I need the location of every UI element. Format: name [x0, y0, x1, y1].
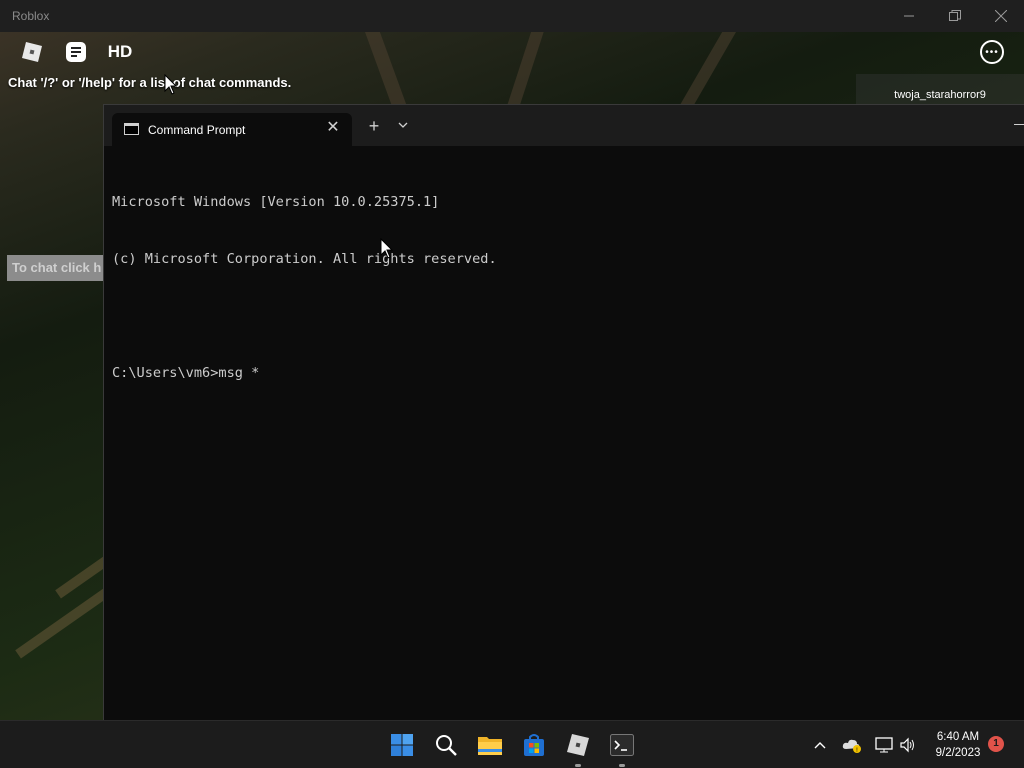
hd-button[interactable]: HD	[108, 40, 133, 64]
start-icon	[391, 734, 413, 756]
file-explorer-button[interactable]	[474, 729, 506, 761]
more-options-button[interactable]: •••	[980, 40, 1004, 64]
file-explorer-icon	[478, 737, 502, 755]
notification-badge[interactable]: 1	[988, 736, 1004, 752]
tab-close-icon[interactable]: ✕	[324, 119, 342, 137]
volume-button[interactable]	[896, 733, 920, 757]
clock[interactable]: 6:40 AM 9/2/2023	[926, 729, 990, 761]
minimize-button[interactable]	[886, 0, 932, 32]
restore-button[interactable]	[932, 0, 978, 32]
chat-hint-text: Chat '/?' or '/help' for a list of chat …	[8, 75, 292, 90]
cloud-warning-icon: !	[842, 739, 861, 753]
tab-title: Command Prompt	[148, 123, 246, 137]
running-indicator	[619, 764, 625, 767]
terminal-prompt-line: C:\Users\vm6>msg *	[112, 365, 260, 381]
new-tab-plus-icon[interactable]: +	[364, 117, 384, 137]
mouse-pointer-icon	[380, 238, 394, 259]
roblox-menu-button[interactable]	[20, 40, 44, 64]
terminal-tab-bar: Command Prompt ✕ +	[104, 105, 1024, 146]
store-button[interactable]	[518, 729, 550, 761]
terminal-line: (c) Microsoft Corporation. All rights re…	[112, 251, 497, 267]
chat-input[interactable]: To chat click h	[7, 255, 107, 281]
network-button[interactable]	[872, 733, 896, 757]
show-hidden-icons-button[interactable]	[808, 733, 832, 757]
clock-date: 9/2/2023	[935, 747, 981, 759]
cmd-icon	[124, 123, 139, 135]
player-list-username[interactable]: twoja_starahorror9	[856, 74, 1024, 104]
roblox-taskbar-button[interactable]	[562, 729, 594, 767]
speaker-icon	[900, 737, 914, 753]
chat-toggle-button[interactable]	[64, 40, 88, 64]
mouse-pointer-icon	[164, 74, 178, 95]
search-icon	[436, 735, 457, 756]
store-icon	[524, 734, 544, 756]
terminal-line: ​	[112, 307, 497, 326]
onedrive-button[interactable]: !	[840, 733, 864, 757]
clock-time: 6:40 AM	[936, 731, 980, 743]
start-button[interactable]	[386, 729, 418, 761]
search-button[interactable]	[430, 729, 462, 761]
roblox-titlebar: Roblox	[0, 0, 1024, 32]
terminal-window[interactable]: Command Prompt ✕ + Microsoft Windows [Ve…	[103, 104, 1024, 720]
terminal-line: Microsoft Windows [Version 10.0.25375.1]	[112, 194, 440, 210]
network-icon	[875, 737, 893, 753]
close-button[interactable]	[978, 0, 1024, 32]
running-indicator	[575, 764, 581, 767]
terminal-icon	[610, 734, 634, 756]
taskbar: ! 6:40 AM 9/2/2023	[0, 720, 1024, 768]
terminal-output[interactable]: Microsoft Windows [Version 10.0.25375.1]…	[112, 155, 497, 421]
window-title: Roblox	[12, 9, 50, 23]
chevron-up-icon	[814, 742, 826, 749]
terminal-minimize-button[interactable]	[1010, 117, 1024, 131]
chevron-down-icon[interactable]	[396, 118, 410, 132]
roblox-icon	[567, 734, 589, 756]
terminal-taskbar-button[interactable]	[606, 729, 638, 767]
tab-command-prompt[interactable]: Command Prompt ✕	[112, 113, 352, 146]
